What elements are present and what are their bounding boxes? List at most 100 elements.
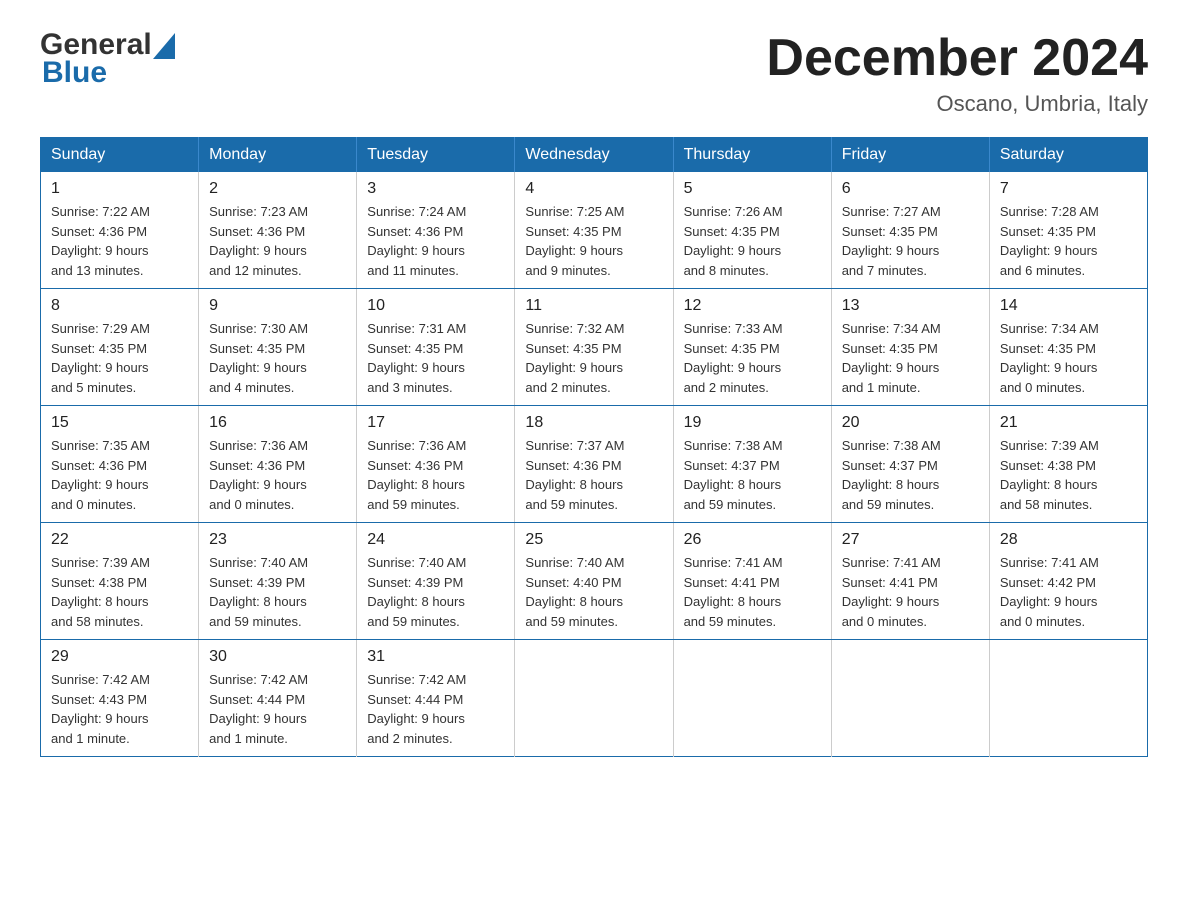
day-number: 5 [684, 180, 821, 198]
day-number: 8 [51, 297, 188, 315]
weekday-header-thursday: Thursday [673, 138, 831, 173]
day-number: 27 [842, 531, 979, 549]
weekday-header-tuesday: Tuesday [357, 138, 515, 173]
day-info: Sunrise: 7:22 AMSunset: 4:36 PMDaylight:… [51, 202, 188, 280]
weekday-header-saturday: Saturday [989, 138, 1147, 173]
day-number: 7 [1000, 180, 1137, 198]
calendar-cell: 19 Sunrise: 7:38 AMSunset: 4:37 PMDayligh… [673, 406, 831, 523]
weekday-header-sunday: Sunday [41, 138, 199, 173]
day-info: Sunrise: 7:23 AMSunset: 4:36 PMDaylight:… [209, 202, 346, 280]
day-info: Sunrise: 7:27 AMSunset: 4:35 PMDaylight:… [842, 202, 979, 280]
calendar-cell: 4 Sunrise: 7:25 AMSunset: 4:35 PMDaylight… [515, 172, 673, 289]
day-number: 20 [842, 414, 979, 432]
day-info: Sunrise: 7:25 AMSunset: 4:35 PMDaylight:… [525, 202, 662, 280]
calendar-cell: 28 Sunrise: 7:41 AMSunset: 4:42 PMDayligh… [989, 523, 1147, 640]
weekday-header-row: SundayMondayTuesdayWednesdayThursdayFrid… [41, 138, 1148, 173]
calendar-week-row-4: 22 Sunrise: 7:39 AMSunset: 4:38 PMDayligh… [41, 523, 1148, 640]
day-info: Sunrise: 7:26 AMSunset: 4:35 PMDaylight:… [684, 202, 821, 280]
day-number: 11 [525, 297, 662, 315]
calendar-cell: 13 Sunrise: 7:34 AMSunset: 4:35 PMDayligh… [831, 289, 989, 406]
calendar-cell: 27 Sunrise: 7:41 AMSunset: 4:41 PMDayligh… [831, 523, 989, 640]
day-info: Sunrise: 7:38 AMSunset: 4:37 PMDaylight:… [684, 436, 821, 514]
day-info: Sunrise: 7:30 AMSunset: 4:35 PMDaylight:… [209, 319, 346, 397]
day-info: Sunrise: 7:32 AMSunset: 4:35 PMDaylight:… [525, 319, 662, 397]
calendar-cell: 1Sunrise: 7:22 AMSunset: 4:36 PMDaylight… [41, 172, 199, 289]
day-number: 24 [367, 531, 504, 549]
calendar-cell: 18 Sunrise: 7:37 AMSunset: 4:36 PMDayligh… [515, 406, 673, 523]
logo-blue-text: Blue [42, 56, 107, 89]
day-info: Sunrise: 7:41 AMSunset: 4:41 PMDaylight:… [842, 553, 979, 631]
day-number: 23 [209, 531, 346, 549]
day-info: Sunrise: 7:39 AMSunset: 4:38 PMDaylight:… [1000, 436, 1137, 514]
day-number: 31 [367, 648, 504, 666]
day-number: 25 [525, 531, 662, 549]
calendar-cell: 12Sunrise: 7:33 AMSunset: 4:35 PMDayligh… [673, 289, 831, 406]
weekday-header-wednesday: Wednesday [515, 138, 673, 173]
calendar-cell: 6Sunrise: 7:27 AMSunset: 4:35 PMDaylight… [831, 172, 989, 289]
day-info: Sunrise: 7:42 AMSunset: 4:44 PMDaylight:… [209, 670, 346, 748]
day-number: 4 [525, 180, 662, 198]
calendar-cell: 5 Sunrise: 7:26 AMSunset: 4:35 PMDaylight… [673, 172, 831, 289]
day-info: Sunrise: 7:34 AMSunset: 4:35 PMDaylight:… [1000, 319, 1137, 397]
calendar-cell: 17 Sunrise: 7:36 AMSunset: 4:36 PMDayligh… [357, 406, 515, 523]
calendar-cell: 9Sunrise: 7:30 AMSunset: 4:35 PMDaylight… [199, 289, 357, 406]
day-info: Sunrise: 7:40 AMSunset: 4:39 PMDaylight:… [367, 553, 504, 631]
day-info: Sunrise: 7:41 AMSunset: 4:42 PMDaylight:… [1000, 553, 1137, 631]
day-number: 17 [367, 414, 504, 432]
day-number: 19 [684, 414, 821, 432]
month-year-title: December 2024 [766, 30, 1148, 87]
calendar-cell: 7 Sunrise: 7:28 AMSunset: 4:35 PMDaylight… [989, 172, 1147, 289]
calendar-cell: 3Sunrise: 7:24 AMSunset: 4:36 PMDaylight… [357, 172, 515, 289]
calendar-cell: 31Sunrise: 7:42 AMSunset: 4:44 PMDayligh… [357, 640, 515, 757]
day-info: Sunrise: 7:28 AMSunset: 4:35 PMDaylight:… [1000, 202, 1137, 280]
logo: General Blue [40, 30, 175, 90]
day-number: 16 [209, 414, 346, 432]
calendar-cell: 25 Sunrise: 7:40 AMSunset: 4:40 PMDayligh… [515, 523, 673, 640]
day-number: 15 [51, 414, 188, 432]
calendar-table: SundayMondayTuesdayWednesdayThursdayFrid… [40, 137, 1148, 757]
day-number: 29 [51, 648, 188, 666]
calendar-week-row-2: 8 Sunrise: 7:29 AMSunset: 4:35 PMDaylight… [41, 289, 1148, 406]
day-info: Sunrise: 7:35 AMSunset: 4:36 PMDaylight:… [51, 436, 188, 514]
day-info: Sunrise: 7:38 AMSunset: 4:37 PMDaylight:… [842, 436, 979, 514]
day-number: 26 [684, 531, 821, 549]
day-info: Sunrise: 7:40 AMSunset: 4:40 PMDaylight:… [525, 553, 662, 631]
calendar-cell: 10 Sunrise: 7:31 AMSunset: 4:35 PMDayligh… [357, 289, 515, 406]
calendar-week-row-1: 1Sunrise: 7:22 AMSunset: 4:36 PMDaylight… [41, 172, 1148, 289]
calendar-cell: 23 Sunrise: 7:40 AMSunset: 4:39 PMDayligh… [199, 523, 357, 640]
day-number: 12 [684, 297, 821, 315]
calendar-cell [831, 640, 989, 757]
day-number: 14 [1000, 297, 1137, 315]
calendar-cell [989, 640, 1147, 757]
calendar-cell: 29Sunrise: 7:42 AMSunset: 4:43 PMDayligh… [41, 640, 199, 757]
calendar-title-area: December 2024 Oscano, Umbria, Italy [766, 30, 1148, 117]
calendar-cell: 26Sunrise: 7:41 AMSunset: 4:41 PMDayligh… [673, 523, 831, 640]
day-info: Sunrise: 7:36 AMSunset: 4:36 PMDaylight:… [367, 436, 504, 514]
day-number: 10 [367, 297, 504, 315]
calendar-cell: 2 Sunrise: 7:23 AMSunset: 4:36 PMDaylight… [199, 172, 357, 289]
calendar-cell: 16 Sunrise: 7:36 AMSunset: 4:36 PMDayligh… [199, 406, 357, 523]
day-info: Sunrise: 7:36 AMSunset: 4:36 PMDaylight:… [209, 436, 346, 514]
day-number: 22 [51, 531, 188, 549]
day-info: Sunrise: 7:31 AMSunset: 4:35 PMDaylight:… [367, 319, 504, 397]
calendar-cell [673, 640, 831, 757]
day-info: Sunrise: 7:24 AMSunset: 4:36 PMDaylight:… [367, 202, 504, 280]
day-number: 30 [209, 648, 346, 666]
calendar-cell [515, 640, 673, 757]
location-subtitle: Oscano, Umbria, Italy [766, 91, 1148, 117]
calendar-cell: 11 Sunrise: 7:32 AMSunset: 4:35 PMDayligh… [515, 289, 673, 406]
day-number: 13 [842, 297, 979, 315]
day-info: Sunrise: 7:40 AMSunset: 4:39 PMDaylight:… [209, 553, 346, 631]
day-info: Sunrise: 7:34 AMSunset: 4:35 PMDaylight:… [842, 319, 979, 397]
calendar-week-row-3: 15 Sunrise: 7:35 AMSunset: 4:36 PMDayligh… [41, 406, 1148, 523]
day-info: Sunrise: 7:39 AMSunset: 4:38 PMDaylight:… [51, 553, 188, 631]
day-number: 18 [525, 414, 662, 432]
day-info: Sunrise: 7:29 AMSunset: 4:35 PMDaylight:… [51, 319, 188, 397]
day-info: Sunrise: 7:37 AMSunset: 4:36 PMDaylight:… [525, 436, 662, 514]
calendar-cell: 15 Sunrise: 7:35 AMSunset: 4:36 PMDayligh… [41, 406, 199, 523]
day-number: 28 [1000, 531, 1137, 549]
weekday-header-monday: Monday [199, 138, 357, 173]
calendar-cell: 30 Sunrise: 7:42 AMSunset: 4:44 PMDayligh… [199, 640, 357, 757]
day-number: 21 [1000, 414, 1137, 432]
day-number: 2 [209, 180, 346, 198]
